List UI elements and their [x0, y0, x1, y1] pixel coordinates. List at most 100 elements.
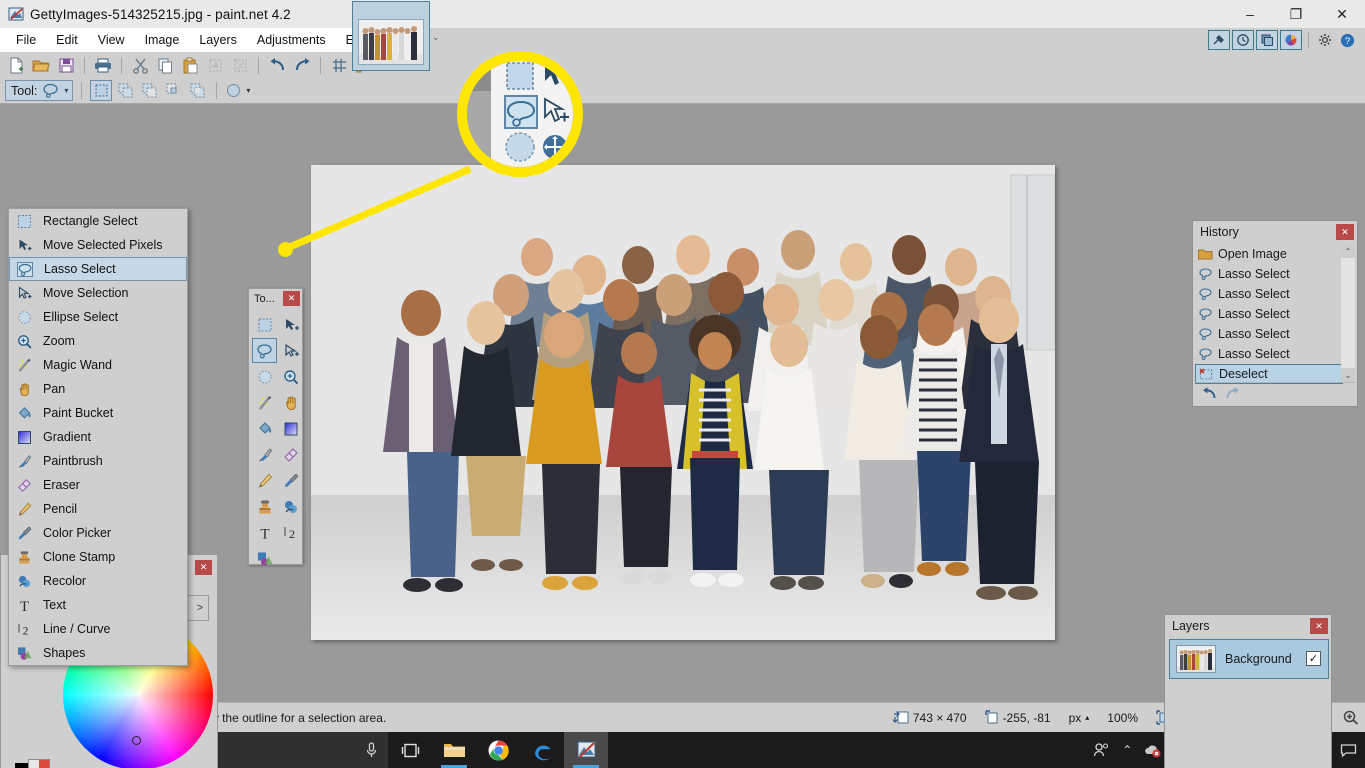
history-panel-close-button[interactable]: ✕ [1336, 224, 1354, 240]
paint-bucket-icon[interactable] [252, 416, 277, 441]
menu-item-image[interactable]: Image [135, 30, 190, 50]
tool-menu-item-magic-wand[interactable]: Magic Wand [9, 353, 187, 377]
tool-menu-item-text[interactable]: T Text [9, 593, 187, 617]
layer-row-background[interactable]: Background ✓ [1169, 639, 1329, 679]
tools-palette-close-button[interactable]: ✕ [283, 291, 300, 306]
scroll-down-icon[interactable]: ⌄ [1341, 368, 1355, 382]
rectangle-select-icon[interactable] [252, 312, 277, 337]
tool-menu-item-shapes[interactable]: Shapes [9, 641, 187, 665]
image-thumbnail-tab[interactable] [352, 1, 430, 71]
pan-icon[interactable] [278, 390, 303, 415]
zoom-icon[interactable] [278, 364, 303, 389]
text-icon[interactable]: T [252, 520, 277, 545]
deselect-icon[interactable] [228, 54, 252, 76]
exclude-selection-icon[interactable] [138, 80, 160, 101]
tool-menu-item-pan[interactable]: Pan [9, 377, 187, 401]
history-item-lasso-select[interactable]: Lasso Select [1195, 284, 1343, 304]
tool-menu-item-ellipse-select[interactable]: Ellipse Select [9, 305, 187, 329]
zoom-in-button[interactable] [1343, 710, 1359, 725]
line-curve-icon[interactable]: 2 [278, 520, 303, 545]
tool-menu-item-paint-bucket[interactable]: Paint Bucket [9, 401, 187, 425]
ellipse-select-icon[interactable] [252, 364, 277, 389]
intersect-selection-icon[interactable] [162, 80, 184, 101]
settings-gear-icon[interactable] [1315, 30, 1335, 50]
tool-menu-item-paintbrush[interactable]: Paintbrush [9, 449, 187, 473]
tool-menu-item-move-selection[interactable]: Move Selection [9, 281, 187, 305]
history-panel-toggle-icon[interactable] [1232, 30, 1254, 50]
units-group[interactable]: px ▴ [1069, 711, 1090, 725]
menu-item-file[interactable]: File [6, 30, 46, 50]
maximize-button[interactable]: ❐ [1273, 0, 1319, 28]
history-scrollbar[interactable]: ⌃ ⌄ [1341, 244, 1355, 382]
lasso-select-icon[interactable] [252, 338, 277, 363]
paintnet-icon[interactable] [564, 732, 608, 768]
eraser-icon[interactable] [278, 442, 303, 467]
magic-wand-icon[interactable] [252, 390, 277, 415]
tool-menu-item-rectangle-select[interactable]: Rectangle Select [9, 209, 187, 233]
thumbnail-chevron-down-icon[interactable]: ⌄ [432, 32, 440, 43]
new-icon[interactable] [4, 54, 28, 76]
image-canvas[interactable] [311, 165, 1055, 640]
tool-menu-item-move-selected-pixels[interactable]: Move Selected Pixels [9, 233, 187, 257]
tool-menu-item-zoom[interactable]: Zoom [9, 329, 187, 353]
layers-panel[interactable]: Layers ✕ Background ✓ [1164, 614, 1332, 768]
move-selection-icon[interactable] [278, 338, 303, 363]
palette-grid-icon[interactable] [28, 759, 50, 768]
canvas-area[interactable]: To... ✕ T 2 Rectangle Select Move Select… [0, 104, 1365, 768]
tool-menu-item-recolor[interactable]: Recolor [9, 569, 187, 593]
history-list[interactable]: Open Image Lasso Select Lasso Select Las… [1195, 244, 1343, 384]
paintbrush-icon[interactable] [252, 442, 277, 467]
tool-menu-item-pencil[interactable]: Pencil [9, 497, 187, 521]
color-picker-icon[interactable] [278, 468, 303, 493]
undo-icon[interactable] [1201, 386, 1218, 401]
color-wheel-cursor[interactable] [132, 736, 141, 745]
shapes-icon[interactable] [252, 546, 277, 571]
tools-panel-toggle-icon[interactable] [1208, 30, 1230, 50]
redo-icon[interactable] [1224, 386, 1241, 401]
tool-menu-item-color-picker[interactable]: Color Picker [9, 521, 187, 545]
close-button[interactable]: ✕ [1319, 0, 1365, 28]
tool-menu-item-line-curve[interactable]: 2 Line / Curve [9, 617, 187, 641]
print-icon[interactable] [91, 54, 115, 76]
scroll-up-icon[interactable]: ⌃ [1341, 244, 1355, 258]
menu-item-adjustments[interactable]: Adjustments [247, 30, 336, 50]
microphone-icon[interactable] [365, 741, 378, 759]
redo-icon[interactable] [290, 54, 314, 76]
tool-dropdown-arrow[interactable]: ▾ [64, 86, 68, 95]
scroll-track[interactable] [1341, 258, 1355, 368]
layers-panel-toggle-icon[interactable] [1256, 30, 1278, 50]
history-item-lasso-select[interactable]: Lasso Select [1195, 344, 1343, 364]
task-view-icon[interactable] [388, 732, 432, 768]
action-center-icon[interactable] [1340, 743, 1357, 758]
history-item-lasso-select[interactable]: Lasso Select [1195, 304, 1343, 324]
menu-item-view[interactable]: View [88, 30, 135, 50]
units-arrow-icon[interactable]: ▴ [1085, 713, 1089, 722]
history-item-lasso-select[interactable]: Lasso Select [1195, 324, 1343, 344]
history-panel[interactable]: History ✕ Open Image Lasso Select Lasso … [1192, 220, 1358, 407]
tools-palette[interactable]: To... ✕ T 2 [248, 288, 303, 566]
people-icon[interactable] [1093, 742, 1110, 758]
clone-stamp-icon[interactable] [252, 494, 277, 519]
paste-icon[interactable] [178, 54, 202, 76]
menu-item-layers[interactable]: Layers [189, 30, 247, 50]
antialiasing-arrow[interactable]: ▾ [246, 86, 250, 95]
layer-visibility-checkbox[interactable]: ✓ [1306, 651, 1321, 666]
colors-panel-close-button[interactable]: ✕ [195, 560, 212, 575]
colors-panel-toggle-icon[interactable] [1280, 30, 1302, 50]
help-icon[interactable]: ? [1337, 30, 1357, 50]
pencil-icon[interactable] [252, 468, 277, 493]
union-selection-icon[interactable] [114, 80, 136, 101]
crop-to-selection-icon[interactable] [203, 54, 227, 76]
minimize-button[interactable]: – [1227, 0, 1273, 28]
tool-menu-item-clone-stamp[interactable]: Clone Stamp [9, 545, 187, 569]
copy-icon[interactable] [153, 54, 177, 76]
cut-icon[interactable] [128, 54, 152, 76]
history-item-lasso-select[interactable]: Lasso Select [1195, 264, 1343, 284]
grid-icon[interactable] [327, 54, 351, 76]
tool-dropdown-menu[interactable]: Rectangle Select Move Selected Pixels La… [8, 208, 188, 666]
file-explorer-icon[interactable] [432, 732, 476, 768]
tool-menu-item-gradient[interactable]: Gradient [9, 425, 187, 449]
tool-menu-item-lasso-select[interactable]: Lasso Select [9, 257, 187, 281]
tool-menu-item-eraser[interactable]: Eraser [9, 473, 187, 497]
tool-selector-combo[interactable]: Tool: ▾ [5, 80, 74, 101]
